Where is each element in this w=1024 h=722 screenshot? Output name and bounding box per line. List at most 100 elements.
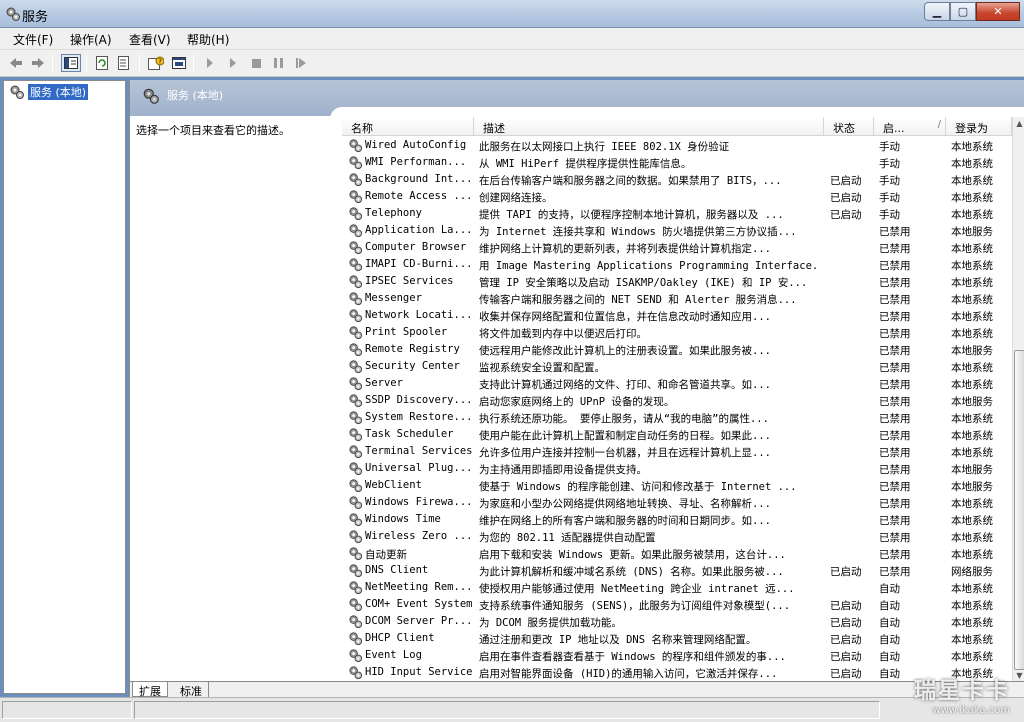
service-row[interactable]: Universal Plug... 为主持通用即插即用设备提供支持。 已禁用 本地服务 [342,460,1012,477]
maximize-button[interactable]: ▢ [950,2,976,21]
close-icon: ✕ [993,5,1003,18]
service-logon-as: 本地系统 [951,600,993,612]
service-startup-type: 已禁用 [879,430,911,442]
service-row[interactable]: Wired AutoConfig 此服务在以太网接口上执行 IEEE 802.1X… [342,137,1012,154]
service-status: 已启动 [830,651,862,663]
service-startup-type: 已禁用 [879,498,911,510]
start-service-icon [207,58,213,68]
menu-view[interactable]: 查看(V) [129,31,171,48]
column-label: 登录为 [955,122,988,135]
vertical-scrollbar[interactable]: ▲ ▼ [1012,117,1024,682]
column-header-logon-as[interactable]: 登录为 [946,117,1012,136]
service-row[interactable]: Terminal Services 允许多位用户连接并控制一台机器，并且在远程计算… [342,443,1012,460]
description-hint: 选择一个项目来查看它的描述。 [136,124,290,137]
service-row[interactable]: Telephony 提供 TAPI 的支持，以便程序控制本地计算机，服务器以及 .… [342,205,1012,222]
menu-file[interactable]: 文件(F) [13,31,53,48]
service-status: 已启动 [830,668,862,680]
close-button[interactable]: ✕ [976,2,1020,21]
service-row[interactable]: 自动更新 启用下载和安装 Windows 更新。如果此服务被禁用，这台计... 已禁… [342,545,1012,562]
service-row[interactable]: SSDP Discovery... 启动您家庭网络上的 UPnP 设备的发现。 已禁… [342,392,1012,409]
watermark-logo-text: 瑞星卡卡 [913,679,1010,704]
service-row[interactable]: Computer Browser 维护网络上计算机的更新列表，并将列表提供给计算机… [342,239,1012,256]
service-description: 使远程用户能修改此计算机上的注册表设置。如果此服务被... [479,345,771,357]
restart-service-button[interactable] [291,54,311,72]
service-startup-type: 已禁用 [879,379,911,391]
service-logon-as: 本地系统 [951,192,993,204]
service-row[interactable]: Remote Registry 使远程用户能修改此计算机上的注册表设置。如果此服务… [342,341,1012,358]
scrollbar-thumb[interactable] [1014,350,1024,670]
watermark: 瑞星卡卡 www.ikaka.com [914,673,1010,716]
service-status: 已启动 [830,175,862,187]
service-description: 通过注册和更改 IP 地址以及 DNS 名称来管理网络配置。 [479,634,757,646]
export-list-button[interactable] [115,54,135,72]
column-header-description[interactable]: 描述 [474,117,824,136]
service-description: 维护在网络上的所有客户端和服务器的时间和日期同步。如... [479,515,771,527]
service-name: Wired AutoConfig [365,139,467,151]
service-startup-type: 已禁用 [879,396,911,408]
forward-button[interactable] [28,54,48,72]
start-service-button[interactable] [200,54,220,72]
scroll-up-arrow-icon[interactable]: ▲ [1013,117,1024,130]
services-list[interactable]: 名称 描述 状态 启... / 登录为 Wired AutoConfig 此服务在以… [342,117,1012,682]
service-row[interactable]: IPSEC Services 管理 IP 安全策略以及启动 ISAKMP/Oakl… [342,273,1012,290]
column-header-startup-type[interactable]: 启... / [874,117,946,136]
column-label: 状态 [833,122,855,135]
service-row[interactable]: WMI Performan... 从 WMI HiPerf 提供程序提供性能库信息… [342,154,1012,171]
tab-extended[interactable]: 扩展 [132,682,168,698]
stop-service-button[interactable] [246,54,266,72]
service-row[interactable]: Background Int... 在后台传输客户端和服务器之间的数据。如果禁用了… [342,171,1012,188]
service-row[interactable]: Windows Time 维护在网络上的所有客户端和服务器的时间和日期同步。如..… [342,511,1012,528]
menu-help[interactable]: 帮助(H) [187,31,229,48]
menu-action[interactable]: 操作(A) [70,31,112,48]
service-description: 从 WMI HiPerf 提供程序提供性能库信息。 [479,158,692,170]
service-row[interactable]: Remote Access ... 创建网络连接。 已启动 手动 本地系统 [342,188,1012,205]
help-button[interactable]: ? [146,54,166,72]
service-row[interactable]: Wireless Zero ... 为您的 802.11 适配器提供自动配置 已禁用… [342,528,1012,545]
service-row[interactable]: Event Log 启用在事件查看器查看基于 Windows 的程序和组件颁发的事… [342,647,1012,664]
column-header-name[interactable]: 名称 [342,117,474,136]
start-service-icon [230,58,236,68]
service-row[interactable]: COM+ Event System 支持系统事件通知服务 (SENS)，此服务为订… [342,596,1012,613]
start-service-button-2[interactable] [223,54,243,72]
service-row[interactable]: Task Scheduler 使用户能在此计算机上配置和制定自动任务的日程。如果此… [342,426,1012,443]
service-row[interactable]: Server 支持此计算机通过网络的文件、打印、和命名管道共享。如... 已禁用 本地… [342,375,1012,392]
pause-service-button[interactable] [268,54,288,72]
refresh-button[interactable] [92,54,112,72]
service-gear-icon [348,308,363,323]
service-gear-icon [348,529,363,544]
service-row[interactable]: DHCP Client 通过注册和更改 IP 地址以及 DNS 名称来管理网络配置… [342,630,1012,647]
service-startup-type: 已禁用 [879,345,911,357]
svg-text:?: ? [158,58,162,66]
service-row[interactable]: Network Locati... 收集并保存网络配置和位置信息，并在信息改动时通… [342,307,1012,324]
service-row[interactable]: Print Spooler 将文件加载到内存中以便迟后打印。 已禁用 本地系统 [342,324,1012,341]
service-row[interactable]: IMAPI CD-Burni... 用 Image Mastering Appli… [342,256,1012,273]
service-row[interactable]: NetMeeting Rem... 使授权用户能够通过使用 NetMeeting … [342,579,1012,596]
service-name: Print Spooler [365,326,448,338]
service-startup-type: 已禁用 [879,277,911,289]
service-row[interactable]: HID Input Service 启用对智能界面设备 (HID)的通用输入访问，… [342,664,1012,681]
service-row[interactable]: Application La... 为 Internet 连接共享和 Window… [342,222,1012,239]
stop-service-icon [251,58,261,68]
tab-standard[interactable]: 标准 [174,682,209,698]
service-row[interactable]: Windows Firewa... 为家庭和小型办公网络提供网络地址转换、寻址、名… [342,494,1012,511]
minimize-button[interactable]: ▁ [924,2,950,21]
status-bar [0,697,1024,722]
title-bar[interactable]: 服务 ▁ ▢ ✕ [0,0,1024,28]
service-gear-icon [348,444,363,459]
service-row[interactable]: Messenger 传输客户端和服务器之间的 NET SEND 和 Alerter… [342,290,1012,307]
service-row[interactable]: DNS Client 为此计算机解析和缓冲域名系统 (DNS) 名称。如果此服务被… [342,562,1012,579]
properties-button[interactable] [169,54,189,72]
service-row[interactable]: DCOM Server Pr... 为 DCOM 服务提供加载功能。 已启动 自动 本地… [342,613,1012,630]
sort-indicator-icon: / [937,119,941,130]
service-row[interactable]: Security Center 监视系统安全设置和配置。 已禁用 本地系统 [342,358,1012,375]
service-row[interactable]: WebClient 使基于 Windows 的程序能创建、访问和修改基于 Inte… [342,477,1012,494]
console-tree[interactable]: 服务 (本地) [3,80,126,694]
service-gear-icon [348,614,363,629]
services-gear-icon [6,7,20,21]
tree-node-services-local[interactable]: 服务 (本地) [9,84,89,100]
column-header-status[interactable]: 状态 [824,117,874,136]
show-hide-tree-button[interactable] [61,54,81,72]
service-name: Universal Plug... [365,462,473,474]
service-row[interactable]: System Restore... 执行系统还原功能。 要停止服务，请从“我的电脑… [342,409,1012,426]
back-button[interactable] [6,54,26,72]
